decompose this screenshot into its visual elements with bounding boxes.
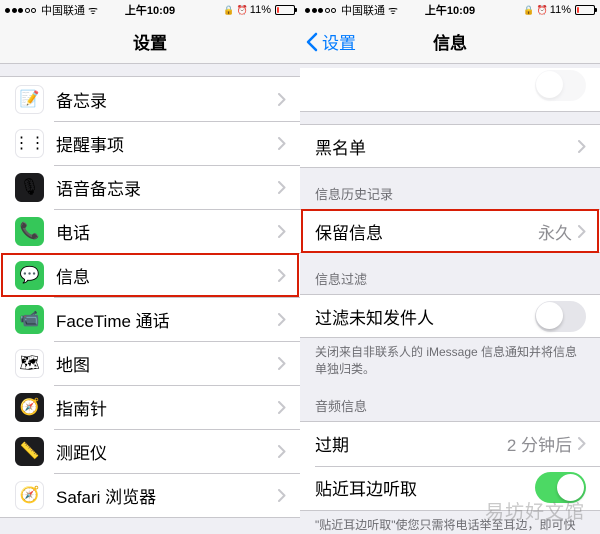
chevron-icon <box>278 313 286 326</box>
row-label: 语音备忘录 <box>56 175 278 200</box>
wifi-icon: ᯤ <box>88 3 98 18</box>
status-bar: 中国联通 ᯤ 上午10:09 🔒 ⏰ 11% <box>0 0 300 20</box>
settings-row[interactable]: ⋮⋮ 提醒事项 <box>0 121 300 165</box>
detail-value: 2 分钟后 <box>507 431 572 456</box>
chevron-icon <box>278 137 286 150</box>
nav-bar: 设置 信息 <box>300 20 600 64</box>
row-label: 提醒事项 <box>56 131 278 156</box>
back-button[interactable]: 设置 <box>306 29 356 54</box>
settings-row[interactable]: 🧭 指南针 <box>0 385 300 429</box>
battery-icon <box>275 5 295 15</box>
settings-row[interactable]: 🎙 语音备忘录 <box>0 165 300 209</box>
row-toggle-partial[interactable] <box>300 68 600 112</box>
app-icon: 🗺 <box>15 349 44 378</box>
status-time: 上午10:09 <box>425 2 475 18</box>
alarm-icon: ⏰ <box>537 5 548 16</box>
row-filter-unknown[interactable]: 过滤未知发件人 <box>300 294 600 338</box>
lock-icon: 🔒 <box>523 5 534 16</box>
page-title: 信息 <box>433 29 467 54</box>
alarm-icon: ⏰ <box>237 5 248 16</box>
app-icon: 🧭 <box>15 393 44 422</box>
battery-pct: 11% <box>250 4 271 16</box>
page-title: 设置 <box>133 29 167 54</box>
chevron-icon <box>278 181 286 194</box>
row-expire[interactable]: 过期 2 分钟后 <box>300 422 600 466</box>
section-header: 信息历史记录 <box>300 168 600 209</box>
app-icon: 📞 <box>15 217 44 246</box>
row-keep-messages[interactable]: 保留信息 永久 <box>300 209 600 253</box>
switch[interactable] <box>535 301 586 332</box>
chevron-icon <box>278 489 286 502</box>
row-label: 指南针 <box>56 395 278 420</box>
app-icon: 🎙 <box>15 173 44 202</box>
app-icon: 📹 <box>15 305 44 334</box>
app-icon: 📏 <box>15 437 44 466</box>
nav-bar: 设置 <box>0 20 300 64</box>
row-label: FaceTime 通话 <box>56 307 278 332</box>
battery-pct: 11% <box>550 4 571 16</box>
chevron-icon <box>578 140 586 153</box>
chevron-icon <box>578 225 586 238</box>
section-footer: 关闭来自非联系人的 iMessage 信息通知并将信息单独归类。 <box>300 338 600 386</box>
row-blacklist[interactable]: 黑名单 <box>300 124 600 168</box>
row-label: 地图 <box>56 351 278 376</box>
carrier: 中国联通 <box>41 2 85 18</box>
settings-row[interactable]: 🗺 地图 <box>0 341 300 385</box>
lock-icon: 🔒 <box>223 5 234 16</box>
status-time: 上午10:09 <box>125 2 175 18</box>
row-label: 备忘录 <box>56 87 278 112</box>
row-label: Safari 浏览器 <box>56 483 278 508</box>
chevron-icon <box>278 357 286 370</box>
section-header: 音频信息 <box>300 386 600 421</box>
carrier: 中国联通 <box>341 2 385 18</box>
settings-row[interactable]: 💬 信息 <box>0 253 300 297</box>
battery-icon <box>575 5 595 15</box>
app-icon: 🧭 <box>15 481 44 510</box>
watermark: 易坊好文馆 <box>485 497 585 524</box>
row-label: 信息 <box>56 263 278 288</box>
chevron-icon <box>278 225 286 238</box>
settings-row[interactable]: 📹 FaceTime 通话 <box>0 297 300 341</box>
detail-value: 永久 <box>538 219 572 244</box>
app-icon: 📝 <box>15 85 44 114</box>
row-label: 电话 <box>56 219 278 244</box>
switch[interactable] <box>535 70 586 101</box>
chevron-icon <box>278 269 286 282</box>
row-label: 测距仪 <box>56 439 278 464</box>
wifi-icon: ᯤ <box>388 3 398 18</box>
settings-row[interactable]: 📞 电话 <box>0 209 300 253</box>
status-bar: 中国联通 ᯤ 上午10:09 🔒 ⏰ 11% <box>300 0 600 20</box>
app-icon: ⋮⋮ <box>15 129 44 158</box>
chevron-icon <box>578 437 586 450</box>
chevron-icon <box>278 445 286 458</box>
settings-row[interactable]: 🧭 Safari 浏览器 <box>0 473 300 517</box>
chevron-icon <box>278 401 286 414</box>
settings-row[interactable]: 📝 备忘录 <box>0 77 300 121</box>
app-icon: 💬 <box>15 261 44 290</box>
section-header: 信息过滤 <box>300 253 600 294</box>
chevron-icon <box>278 93 286 106</box>
settings-row[interactable]: 📏 测距仪 <box>0 429 300 473</box>
